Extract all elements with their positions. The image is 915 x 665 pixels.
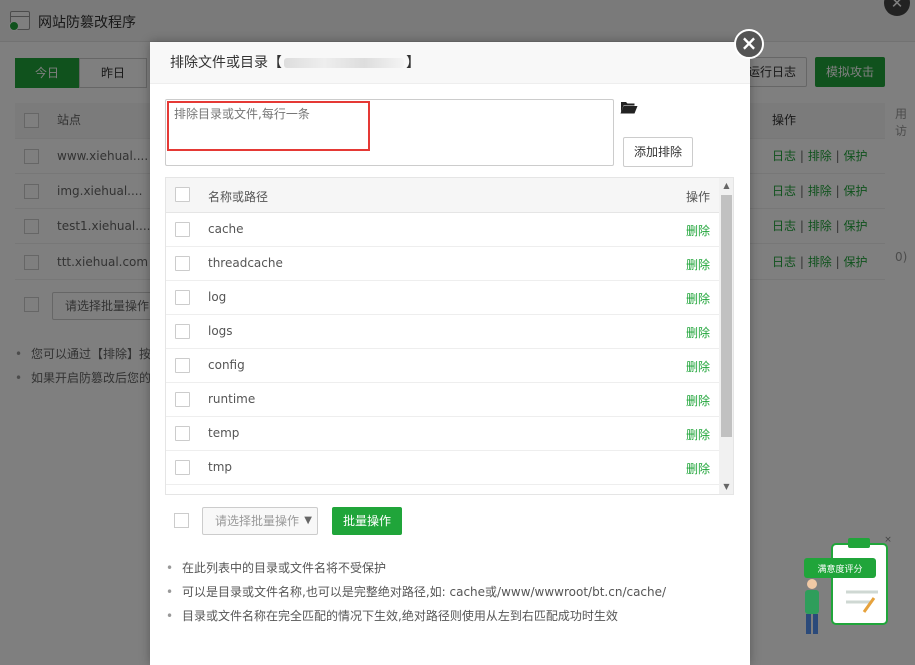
row-checkbox[interactable] bbox=[175, 392, 190, 407]
list-item: log 删除 bbox=[166, 281, 719, 315]
folder-open-icon[interactable] bbox=[620, 100, 638, 114]
item-name: log bbox=[208, 290, 227, 304]
batch-operation-button[interactable]: 批量操作 bbox=[332, 507, 402, 535]
clipboard-clip-icon bbox=[848, 538, 870, 548]
list-item: cache 删除 bbox=[166, 213, 719, 247]
item-name: temp bbox=[208, 426, 240, 440]
widget-close-icon[interactable]: × bbox=[884, 535, 892, 545]
row-checkbox[interactable] bbox=[175, 256, 190, 271]
row-checkbox[interactable] bbox=[175, 222, 190, 237]
header-name: 名称或路径 bbox=[208, 190, 269, 204]
add-exclude-button[interactable]: 添加排除 bbox=[623, 137, 693, 167]
list-item: tmp 删除 bbox=[166, 451, 719, 485]
list-scrollbar[interactable]: ▲ ▼ bbox=[719, 178, 733, 494]
chevron-down-icon: ▼ bbox=[304, 515, 312, 526]
item-name: cache bbox=[208, 222, 244, 236]
item-name: config bbox=[208, 358, 245, 372]
row-checkbox[interactable] bbox=[175, 460, 190, 475]
modal-tips: 在此列表中的目录或文件名将不受保护 可以是目录或文件名称,也可以是完整绝对路径,… bbox=[166, 556, 666, 628]
row-checkbox[interactable] bbox=[175, 494, 190, 495]
exclude-modal: 排除文件或目录【 】 × 添加排除 名称或路径 操作 cache 删除 threa… bbox=[150, 29, 764, 665]
row-checkbox[interactable] bbox=[175, 290, 190, 305]
tip-item: 在此列表中的目录或文件名将不受保护 bbox=[166, 556, 666, 580]
row-checkbox[interactable] bbox=[175, 324, 190, 339]
clipboard-icon bbox=[831, 543, 888, 625]
satisfaction-label: 满意度评分 bbox=[817, 563, 862, 575]
item-name: threadcache bbox=[208, 256, 283, 270]
row-checkbox[interactable] bbox=[175, 426, 190, 441]
list-item-partial bbox=[166, 485, 719, 495]
delete-link[interactable]: 删除 bbox=[686, 358, 710, 375]
redacted-domain bbox=[284, 58, 404, 68]
tip-item: 可以是目录或文件名称,也可以是完整绝对路径,如: cache或/www/wwwr… bbox=[166, 580, 666, 604]
delete-link[interactable]: 删除 bbox=[686, 256, 710, 273]
select-all-checkbox[interactable] bbox=[175, 187, 190, 202]
exclude-list: 名称或路径 操作 cache 删除 threadcache 删除 log 删除 … bbox=[165, 177, 734, 495]
list-item: config 删除 bbox=[166, 349, 719, 383]
modal-title: 排除文件或目录【 bbox=[170, 55, 282, 71]
batch-select-placeholder: 请选择批量操作 bbox=[215, 514, 300, 528]
person-leg-icon bbox=[806, 614, 811, 634]
exclude-textarea[interactable] bbox=[165, 99, 614, 166]
delete-link[interactable]: 删除 bbox=[686, 392, 710, 409]
modal-title-suffix: 】 bbox=[406, 55, 420, 71]
delete-link[interactable]: 删除 bbox=[686, 290, 710, 307]
item-name: tmp bbox=[208, 460, 233, 474]
delete-link[interactable]: 删除 bbox=[686, 324, 710, 341]
batch-select-checkbox[interactable] bbox=[174, 513, 189, 528]
item-name: runtime bbox=[208, 392, 256, 406]
person-head-icon bbox=[807, 579, 817, 589]
scroll-down-arrow-icon[interactable]: ▼ bbox=[719, 479, 733, 494]
list-item: temp 删除 bbox=[166, 417, 719, 451]
list-item: logs 删除 bbox=[166, 315, 719, 349]
person-leg-icon bbox=[813, 614, 818, 634]
delete-link[interactable]: 删除 bbox=[686, 222, 710, 239]
scroll-thumb[interactable] bbox=[721, 195, 732, 437]
item-name: logs bbox=[208, 324, 233, 338]
header-op: 操作 bbox=[685, 190, 710, 204]
person-body-icon bbox=[805, 590, 819, 614]
row-checkbox[interactable] bbox=[175, 358, 190, 373]
batch-operation-select[interactable]: 请选择批量操作 ▼ bbox=[202, 507, 318, 535]
satisfaction-widget[interactable]: 满意度评分 × bbox=[800, 530, 895, 642]
list-item: runtime 删除 bbox=[166, 383, 719, 417]
tip-item: 目录或文件名称在完全匹配的情况下生效,绝对路径则使用从左到右匹配成功时生效 bbox=[166, 604, 666, 628]
delete-link[interactable]: 删除 bbox=[686, 460, 710, 477]
modal-header: 排除文件或目录【 】 bbox=[150, 42, 750, 84]
exclude-list-header: 名称或路径 操作 bbox=[166, 178, 719, 213]
scroll-up-arrow-icon[interactable]: ▲ bbox=[719, 178, 733, 193]
list-item: threadcache 删除 bbox=[166, 247, 719, 281]
modal-close-button[interactable]: × bbox=[734, 29, 764, 59]
delete-link[interactable]: 删除 bbox=[686, 426, 710, 443]
